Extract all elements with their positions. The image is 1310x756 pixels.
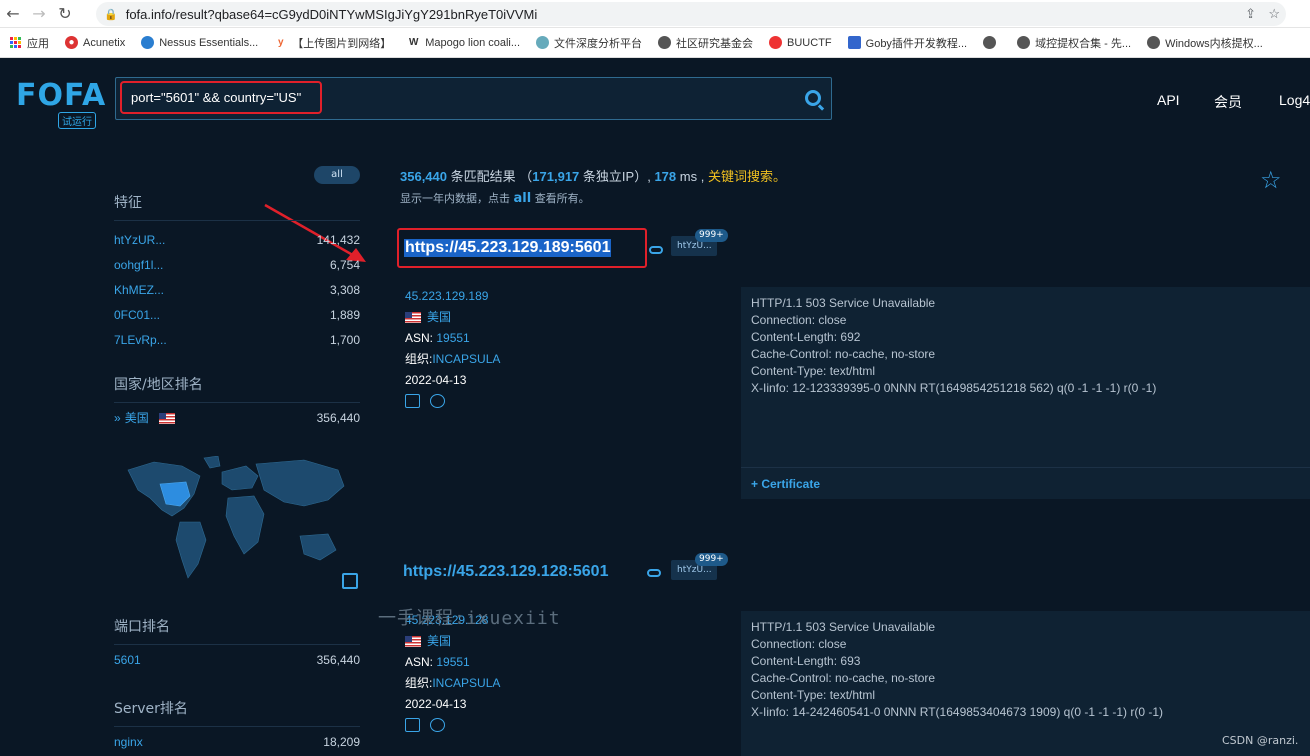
features-title: 特征 [114, 192, 360, 221]
link-icon[interactable] [649, 246, 663, 254]
bookmark-acunetix[interactable]: ● Acunetix [65, 36, 125, 49]
result-summary: 356,440 条匹配结果 （171,917 条独立IP）, 178 ms , … [400, 169, 786, 184]
result-count: 356,440 [400, 169, 447, 184]
wiki-icon: W [409, 37, 419, 48]
globe-icon [983, 36, 997, 49]
result-org[interactable]: INCAPSULA [432, 352, 500, 366]
server-panel: Server排名 nginx 18,209 [114, 698, 360, 754]
bookmark-upload-image[interactable]: y 【上传图片到网络】 [274, 35, 391, 51]
favorite-star-icon[interactable]: ☆ [1260, 166, 1282, 194]
cube-icon[interactable] [430, 718, 445, 732]
server-title: Server排名 [114, 698, 360, 727]
result-url[interactable]: https://45.223.129.128:5601 [403, 563, 608, 581]
country-title: 国家/地区排名 [114, 374, 360, 403]
world-map[interactable] [124, 456, 350, 588]
back-icon[interactable]: ← [0, 0, 26, 28]
share-icon[interactable]: ⇪ [1245, 6, 1256, 22]
search-icon[interactable] [805, 90, 821, 106]
feature-item[interactable]: 0FC01... 1,889 [114, 302, 360, 327]
link-icon [536, 36, 550, 49]
certificate-toggle[interactable]: + Certificate [741, 467, 1310, 499]
search-input[interactable]: port="5601" && country="US" [120, 81, 322, 114]
highlight-box [397, 228, 647, 268]
credit-text: CSDN @ranzi. [1222, 734, 1299, 747]
code-icon[interactable] [405, 394, 420, 408]
address-bar[interactable]: 🔒 fofa.info/result?qbase64=cG9ydD0iNTYwM… [96, 2, 1286, 26]
bookmark-star-icon[interactable]: ☆ [1268, 6, 1280, 22]
bookmark-community[interactable]: 社区研究基金会 [658, 35, 753, 51]
bookmark-mapogo[interactable]: W Mapogo lion coali... [407, 36, 520, 49]
acunetix-icon: ● [65, 36, 78, 49]
calendar-icon [847, 36, 861, 49]
forward-icon[interactable]: → [26, 0, 52, 28]
all-filter-pill[interactable]: all [314, 166, 360, 184]
banner-panel: HTTP/1.1 503 Service Unavailable Connect… [741, 287, 1310, 467]
link-icon[interactable] [647, 569, 661, 577]
search-box[interactable]: port="5601" && country="US" [115, 77, 832, 120]
buuctf-icon [769, 36, 783, 49]
nav-member[interactable]: 会员 [1214, 92, 1242, 112]
bookmark-apps[interactable]: 应用 [10, 35, 49, 51]
watermark: 一手课程:ixuexiit [378, 608, 561, 629]
expand-icon[interactable] [342, 573, 358, 589]
all-link[interactable]: all [514, 191, 532, 206]
result-asn[interactable]: 19551 [436, 331, 469, 345]
feature-item[interactable]: KhMEZ... 3,308 [114, 277, 360, 302]
y-icon: y [277, 37, 284, 48]
chevron-right-icon: » [114, 411, 121, 425]
port-panel: 端口排名 5601 356,440 [114, 616, 360, 672]
bookmark-buuctf[interactable]: BUUCTF [769, 36, 832, 49]
bookmark-windows-kernel[interactable]: Windows内核提权... [1147, 35, 1263, 51]
bookmark-globe[interactable] [983, 36, 1001, 49]
fofa-app: FOFA 试运行 port="5601" && country="US" API… [0, 58, 1310, 756]
code-icon[interactable] [405, 718, 420, 732]
query-time: 178 [654, 169, 677, 184]
globe-icon [1017, 36, 1031, 49]
result-asn[interactable]: 19551 [436, 655, 469, 669]
keyword-search-link[interactable]: 关键词搜索。 [708, 169, 786, 184]
nav-api[interactable]: API [1157, 92, 1180, 108]
result-country[interactable]: 美国 [427, 310, 451, 324]
result-org[interactable]: INCAPSULA [432, 676, 500, 690]
result-ip[interactable]: 45.223.129.189 [405, 286, 500, 307]
globe-icon [1147, 36, 1161, 49]
globe-icon [658, 36, 672, 49]
bookmark-domain-control[interactable]: 域控提权合集 - 先... [1017, 35, 1131, 51]
nav-login[interactable]: Log4 [1279, 92, 1310, 108]
us-flag-icon [405, 312, 421, 324]
address-text: fofa.info/result?qbase64=cG9ydD0iNTYwMSI… [125, 6, 538, 22]
count-badge: 999+ [695, 229, 728, 242]
nessus-icon [141, 36, 155, 49]
feature-item[interactable]: htYzUR... 141,432 [114, 227, 360, 252]
lock-icon: 🔒 [104, 8, 118, 21]
port-title: 端口排名 [114, 616, 360, 645]
result-info: 45.223.129.189 美国 ASN: 19551 组织:INCAPSUL… [405, 286, 500, 408]
result-date: 2022-04-13 [405, 373, 467, 387]
server-item[interactable]: nginx 18,209 [114, 729, 360, 754]
result-country[interactable]: 美国 [427, 634, 451, 648]
feature-item[interactable]: oohgf1l... 6,754 [114, 252, 360, 277]
bookmark-nessus[interactable]: Nessus Essentials... [141, 36, 258, 49]
result-date: 2022-04-13 [405, 697, 467, 711]
country-item[interactable]: » 美国 356,440 [114, 405, 360, 430]
unique-ip-count: 171,917 [532, 169, 580, 184]
bookmarks-bar: 应用 ● Acunetix Nessus Essentials... y 【上传图片… [0, 28, 1310, 58]
trial-badge: 试运行 [58, 112, 96, 129]
feature-item[interactable]: 7LEvRp... 1,700 [114, 327, 360, 352]
reload-icon[interactable]: ↻ [52, 0, 78, 28]
country-panel: 国家/地区排名 » 美国 356,440 [114, 374, 360, 430]
count-badge: 999+ [695, 553, 728, 566]
us-flag-icon [158, 413, 175, 425]
apps-grid-icon [10, 37, 21, 48]
result-note: 显示一年内数据，点击 all 查看所有。 [400, 191, 590, 206]
features-panel: 特征 htYzUR... 141,432 oohgf1l... 6,754 KhME… [114, 192, 360, 352]
fofa-logo[interactable]: FOFA 试运行 [16, 78, 105, 130]
bookmark-goby[interactable]: Goby插件开发教程... [847, 35, 967, 51]
cube-icon[interactable] [430, 394, 445, 408]
logo-text: FOFA [16, 78, 107, 113]
us-flag-icon [405, 636, 421, 648]
browser-toolbar: ← → ↻ 🔒 fofa.info/result?qbase64=cG9ydD0… [0, 0, 1310, 28]
port-item[interactable]: 5601 356,440 [114, 647, 360, 672]
bookmark-file-analysis[interactable]: 文件深度分析平台 [536, 35, 642, 51]
